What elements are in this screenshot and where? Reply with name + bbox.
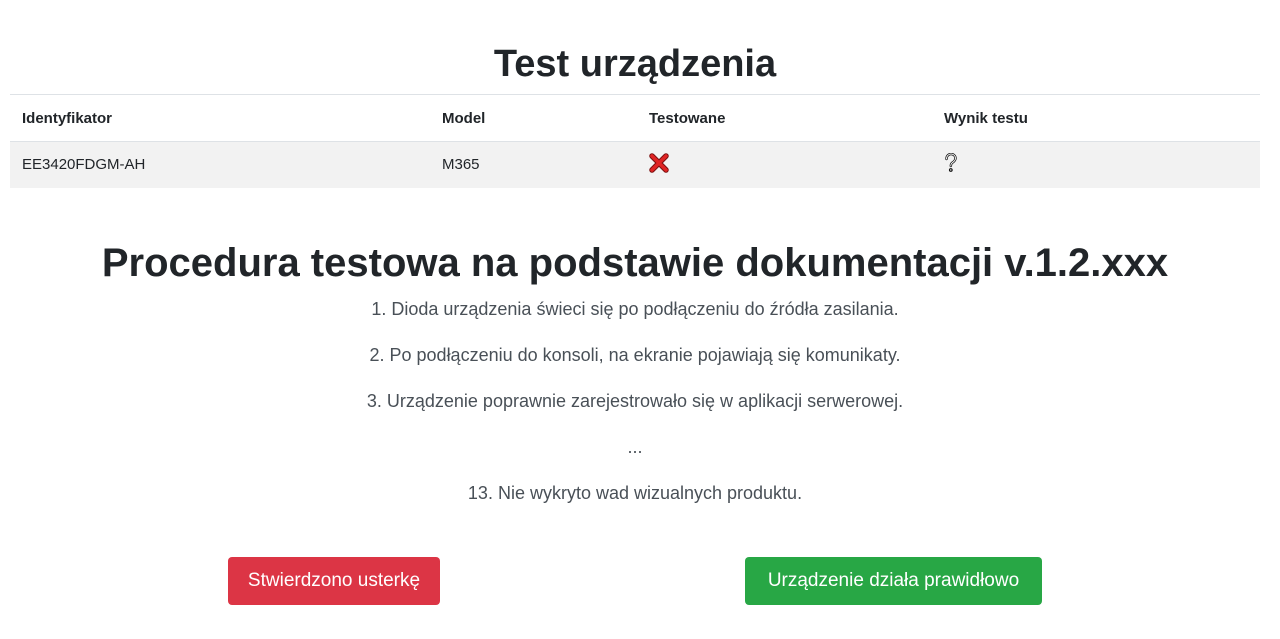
column-header-tested: Testowane — [637, 94, 932, 142]
report-defect-button[interactable]: Stwierdzono usterkę — [228, 557, 440, 605]
cell-identifier: EE3420FDGM-AH — [10, 141, 430, 188]
procedure-steps: 1. Dioda urządzenia świeci się po podłąc… — [0, 292, 1270, 522]
page-title: Test urządzenia — [493, 43, 777, 85]
cell-model: M365 — [430, 141, 637, 188]
procedure-step-ellipsis: ... — [627, 437, 643, 457]
procedure-step: 2. Po podłączeniu do konsoli, na ekranie… — [369, 345, 901, 365]
procedure-step: 13. Nie wykryto wad wizualnych produktu. — [467, 483, 803, 503]
table-header-row: Identyfikator Model Testowane Wynik test… — [10, 94, 1260, 142]
device-table: Identyfikator Model Testowane Wynik test… — [10, 94, 1260, 188]
column-header-test-result: Wynik testu — [932, 94, 1260, 142]
table-row: EE3420FDGM-AH M365 — [10, 141, 1260, 188]
procedure-title: Procedura testowa na podstawie dokumenta… — [101, 241, 1169, 285]
cell-tested — [637, 141, 932, 188]
column-header-identifier: Identyfikator — [10, 94, 430, 142]
column-header-model: Model — [430, 94, 637, 142]
question-mark-icon — [944, 152, 958, 177]
red-cross-icon — [649, 153, 669, 177]
procedure-step: 1. Dioda urządzenia świeci się po podłąc… — [371, 299, 899, 319]
procedure-step: 3. Urządzenie poprawnie zarejestrowało s… — [366, 391, 904, 411]
cell-test-result — [932, 141, 1260, 188]
device-test-page: Test urządzenia Identyfikator Model Test… — [0, 0, 1280, 639]
device-ok-button[interactable]: Urządzenie działa prawidłowo — [745, 557, 1042, 605]
